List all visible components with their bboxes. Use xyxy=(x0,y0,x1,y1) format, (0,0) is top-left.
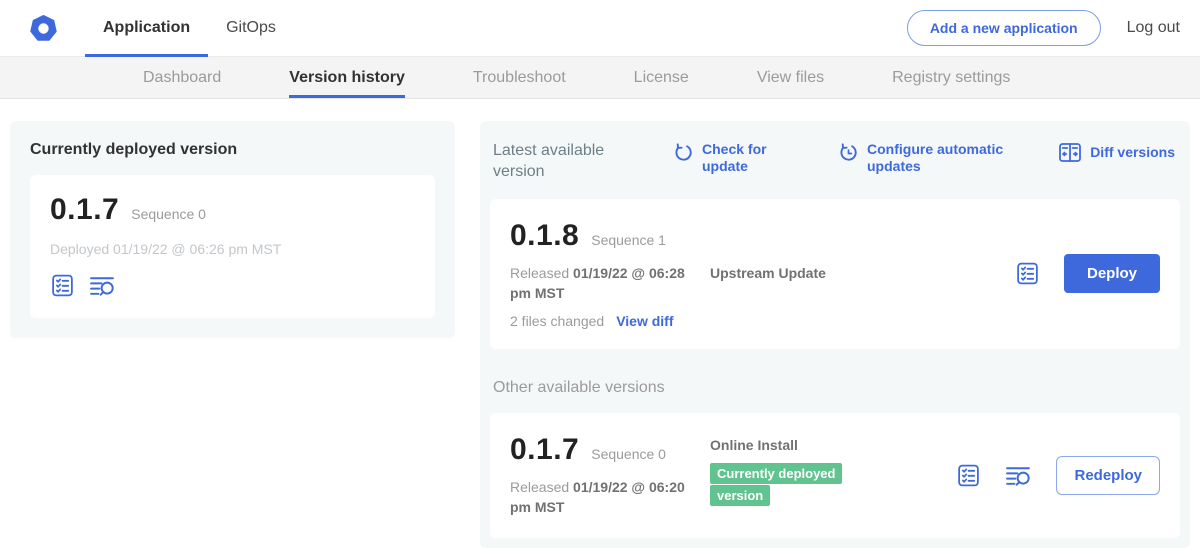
view-diff-link[interactable]: View diff xyxy=(616,313,673,329)
other-released-timestamp: Released 01/19/22 @ 06:20 pm MST xyxy=(510,477,700,518)
currently-deployed-badge: Currently deployed version xyxy=(710,463,842,506)
released-prefix: Released xyxy=(510,265,573,281)
diff-versions-label: Diff versions xyxy=(1090,144,1175,161)
subnav-tab-troubleshoot[interactable]: Troubleshoot xyxy=(473,57,566,98)
other-version-card: 0.1.7 Sequence 0 Released 01/19/22 @ 06:… xyxy=(490,413,1180,538)
redeploy-button[interactable]: Redeploy xyxy=(1056,456,1160,495)
configure-automatic-updates-link[interactable]: Configure automatic updates xyxy=(838,141,1017,175)
app-logo-icon[interactable] xyxy=(30,15,57,42)
top-bar-right: Add a new application Log out xyxy=(907,10,1180,46)
currently-deployed-panel: Currently deployed version 0.1.7 Sequenc… xyxy=(10,121,455,338)
released-prefix: Released xyxy=(510,479,573,495)
logout-link[interactable]: Log out xyxy=(1127,19,1180,37)
check-for-update-label: Check for update xyxy=(702,141,780,175)
main-content: Currently deployed version 0.1.7 Sequenc… xyxy=(0,99,1200,548)
available-versions-header: Latest available version Check for updat… xyxy=(493,141,1175,183)
other-sequence: Sequence 0 xyxy=(591,446,666,462)
latest-source-label: Upstream Update xyxy=(710,265,826,281)
subnav-tab-license[interactable]: License xyxy=(634,57,689,98)
subnav-tab-registry-settings[interactable]: Registry settings xyxy=(892,57,1010,98)
preflight-checklist-icon[interactable] xyxy=(1015,261,1040,286)
latest-released-timestamp: Released 01/19/22 @ 06:28 pm MST xyxy=(510,263,700,304)
available-versions-panel: Latest available version Check for updat… xyxy=(480,121,1190,548)
deployed-sequence: Sequence 0 xyxy=(131,206,206,222)
latest-version-card: 0.1.8 Sequence 1 Released 01/19/22 @ 06:… xyxy=(490,199,1180,350)
add-application-button[interactable]: Add a new application xyxy=(907,10,1101,46)
primary-nav: Application GitOps xyxy=(85,0,294,56)
deploy-button[interactable]: Deploy xyxy=(1064,254,1160,293)
top-bar: Application GitOps Add a new application… xyxy=(0,0,1200,57)
deployed-timestamp: Deployed 01/19/22 @ 06:26 pm MST xyxy=(50,241,415,257)
other-available-versions-title: Other available versions xyxy=(493,379,1177,397)
tab-application[interactable]: Application xyxy=(85,0,208,56)
deployed-version-card: 0.1.7 Sequence 0 Deployed 01/19/22 @ 06:… xyxy=(30,175,435,318)
currently-deployed-title: Currently deployed version xyxy=(30,141,435,159)
latest-version-number: 0.1.8 xyxy=(510,219,579,253)
view-logs-icon[interactable] xyxy=(1005,463,1032,488)
deployed-version-number: 0.1.7 xyxy=(50,193,119,227)
subnav-tab-view-files[interactable]: View files xyxy=(757,57,824,98)
app-subnav: Dashboard Version history Troubleshoot L… xyxy=(0,57,1200,99)
check-for-update-link[interactable]: Check for update xyxy=(673,141,780,175)
subnav-tab-dashboard[interactable]: Dashboard xyxy=(143,57,221,98)
tab-gitops[interactable]: GitOps xyxy=(208,0,294,56)
other-source-label: Online Install xyxy=(710,437,798,453)
view-logs-icon[interactable] xyxy=(89,273,116,298)
diff-versions-link[interactable]: Diff versions xyxy=(1058,141,1175,163)
latest-sequence: Sequence 1 xyxy=(591,232,666,248)
other-version-number: 0.1.7 xyxy=(510,433,579,467)
files-changed-label: 2 files changed xyxy=(510,313,604,329)
preflight-checklist-icon[interactable] xyxy=(956,463,981,488)
subnav-tab-version-history[interactable]: Version history xyxy=(289,57,405,98)
configure-automatic-updates-label: Configure automatic updates xyxy=(867,141,1017,175)
latest-available-title: Latest available version xyxy=(493,141,645,183)
preflight-checklist-icon[interactable] xyxy=(50,273,75,298)
